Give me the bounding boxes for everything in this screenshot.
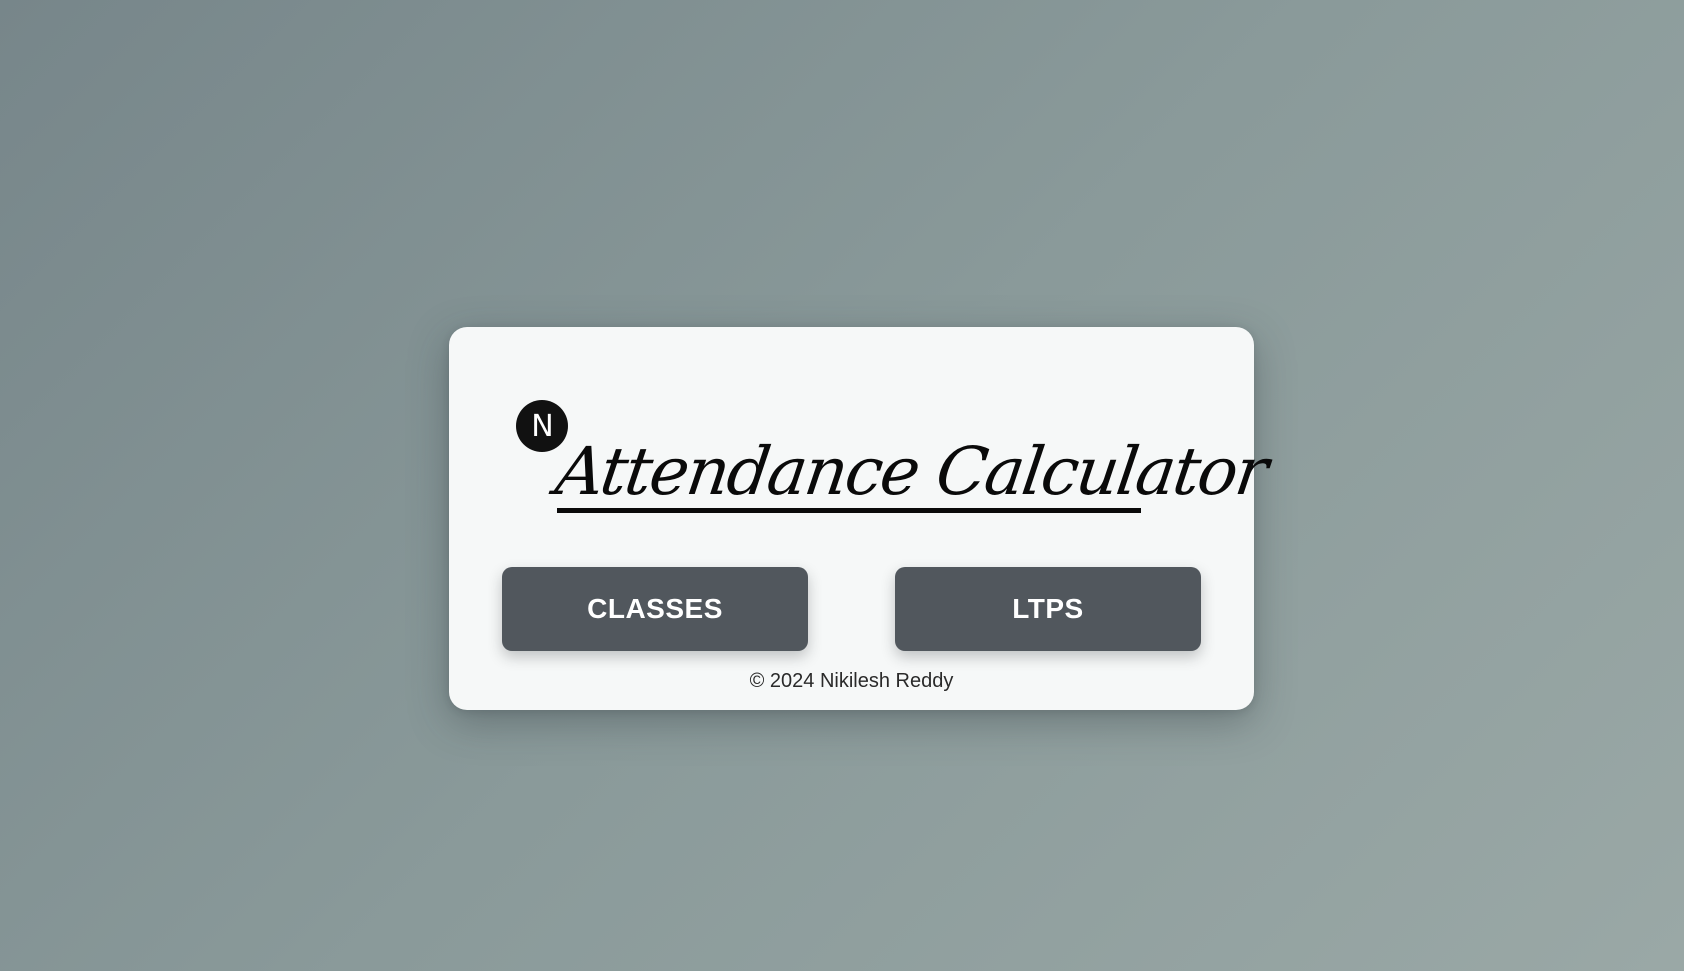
title-underline bbox=[557, 508, 1141, 513]
ltps-button[interactable]: LTPS bbox=[895, 567, 1201, 651]
main-card: N Attendance Calculator CLASSES LTPS © 2… bbox=[449, 327, 1272, 710]
classes-button[interactable]: CLASSES bbox=[502, 567, 808, 651]
copyright-footer: © 2024 Nikilesh Reddy bbox=[749, 670, 954, 692]
logo-letter: N bbox=[531, 408, 553, 444]
page-title: Attendance Calculator bbox=[551, 433, 1272, 510]
